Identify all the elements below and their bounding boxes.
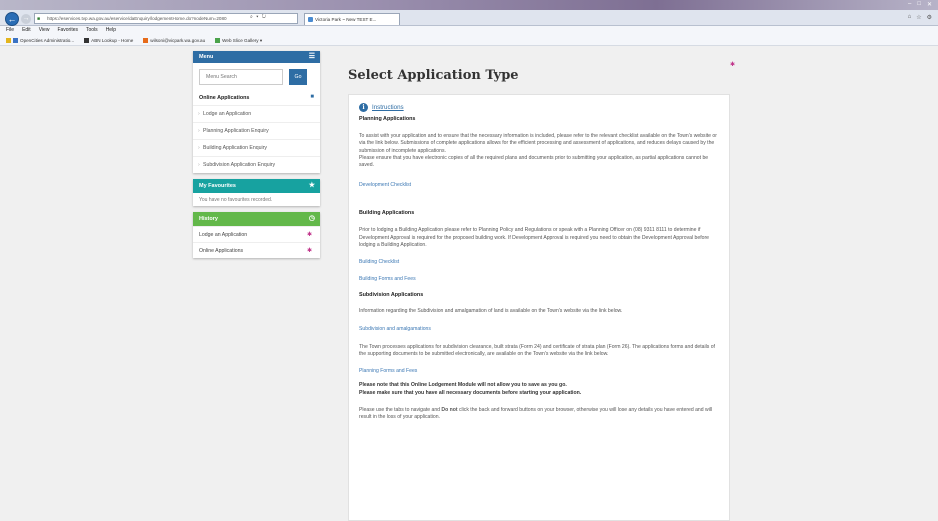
subdivision-paragraph: Information regarding the Subdivision an…	[359, 308, 623, 315]
sidebar-item-planning-enquiry[interactable]: Planning Application Enquiry	[193, 122, 320, 140]
back-button[interactable]: ←	[5, 12, 19, 26]
pin-icon[interactable]: ✱	[307, 243, 312, 259]
instructions-card: i Instructions Planning Applications To …	[348, 94, 730, 521]
sidebar: Menu ☰ Go Online Applications ■ Lodge an…	[193, 51, 320, 264]
info-icon: i	[359, 102, 368, 112]
building-forms-link[interactable]: Building Forms and Fees	[359, 276, 719, 282]
sidebar-item-subdivision-enquiry[interactable]: Subdivision Application Enquiry	[193, 156, 320, 174]
documents-note: Please make sure that you have all neces…	[359, 389, 582, 396]
page-title: Select Application Type	[348, 68, 519, 83]
menu-search-input[interactable]	[199, 69, 283, 85]
pin-icon[interactable]: ✱	[307, 227, 312, 243]
pin-icon[interactable]: ✱	[730, 61, 735, 68]
favourites-panel: My Favourites ★ You have no favourites r…	[193, 179, 320, 206]
lock-icon: ■	[37, 16, 41, 22]
subdivision-link[interactable]: Subdivision and amalgamations	[359, 326, 719, 332]
menu-title: Menu	[199, 54, 214, 60]
building-paragraph: Prior to lodging a Building Application …	[359, 227, 709, 249]
star-icon	[6, 37, 11, 43]
history-panel: History ◷ Lodge an Application ✱ Online …	[193, 212, 320, 258]
gear-icon[interactable]: ⚙	[927, 14, 932, 21]
online-applications-title: Online Applications ■	[199, 94, 314, 101]
sidebar-item-building-enquiry[interactable]: Building Application Enquiry	[193, 139, 320, 157]
briefcase-icon: ■	[310, 94, 314, 100]
arrow-right-icon: →	[22, 15, 30, 22]
star-icon[interactable]: ☆	[916, 14, 921, 21]
instructions-header: i Instructions	[359, 101, 719, 113]
page-content: Menu ☰ Go Online Applications ■ Lodge an…	[0, 47, 938, 521]
history-item-online[interactable]: Online Applications ✱	[193, 242, 320, 258]
lock-status-icon[interactable]: ▾	[256, 14, 259, 20]
favorite-opencities[interactable]: OpenCities Administratio...	[6, 35, 74, 45]
mail-icon	[143, 37, 149, 43]
maximize-icon[interactable]: □	[917, 1, 921, 8]
favorite-mail[interactable]: wilsoni@vicpark.wa.gov.au	[143, 35, 205, 45]
web-slice-icon	[215, 37, 221, 43]
favourites-header: My Favourites ★	[193, 179, 320, 193]
menu-panel-header: Menu ☰	[193, 51, 320, 63]
go-button[interactable]: Go	[289, 69, 307, 85]
building-heading: Building Applications	[359, 210, 415, 217]
menu-search-row: Go	[193, 63, 320, 91]
arrow-left-icon: ←	[7, 14, 17, 24]
window-controls: – □ ✕	[908, 1, 932, 8]
navigation-warning: Please use the tabs to navigate and Do n…	[359, 406, 713, 421]
favorite-abn-lookup[interactable]: ABN Lookup - Home	[84, 35, 133, 45]
hamburger-icon[interactable]: ☰	[309, 51, 315, 63]
forward-button[interactable]: →	[21, 14, 31, 24]
browser-toolbar-icons: ⌂ ☆ ⚙	[908, 14, 932, 21]
history-title: History	[199, 216, 218, 222]
instructions-link[interactable]: Instructions	[372, 104, 404, 111]
history-header: History ◷	[193, 212, 320, 226]
planning-paragraph-1: To assist with your application and to e…	[359, 133, 717, 154]
address-url: https://eservices.tvp.wa.gov.au/eservice…	[47, 16, 227, 21]
favourites-empty-text: You have no favourites recorded.	[199, 197, 273, 203]
planning-paragraph-2: Please ensure that you have electronic c…	[359, 154, 709, 169]
favorite-web-slice[interactable]: Web Slice Gallery ▾	[215, 35, 262, 45]
star-icon: ★	[308, 182, 315, 189]
clock-icon: ◷	[308, 215, 315, 222]
search-icon[interactable]: ⌕	[250, 14, 254, 20]
sidebar-item-lodge-application[interactable]: Lodge an Application	[193, 105, 320, 123]
subdivision-heading: Subdivision Applications	[359, 292, 424, 299]
favourites-title: My Favourites	[199, 183, 236, 189]
building-checklist-link[interactable]: Building Checklist	[359, 259, 719, 265]
planning-heading: Planning Applications	[359, 116, 416, 122]
main-header: Select Application Type	[348, 47, 738, 91]
close-icon[interactable]: ✕	[927, 1, 932, 8]
development-checklist-link[interactable]: Development Checklist	[359, 182, 719, 188]
page-icon	[13, 37, 18, 43]
browser-tab[interactable]: Victoria Park ~ New TEST E...	[304, 13, 400, 25]
history-item-lodge[interactable]: Lodge an Application ✱	[193, 226, 320, 242]
address-tools: ⌕ ▾ ↻	[250, 14, 267, 20]
tab-title: Victoria Park ~ New TEST E...	[315, 17, 377, 22]
menu-file[interactable]: File	[6, 26, 14, 35]
do-not-emphasis: Do not	[441, 406, 458, 413]
save-note: Please note that this Online Lodgement M…	[359, 382, 567, 389]
tab-favicon-icon	[308, 17, 313, 22]
home-icon[interactable]: ⌂	[908, 14, 912, 21]
planning-forms-link[interactable]: Planning Forms and Fees	[359, 368, 719, 374]
refresh-icon[interactable]: ↻	[262, 14, 267, 20]
window-titlebar: – □ ✕	[0, 0, 938, 10]
browser-menubar: File Edit View Favorites Tools Help	[0, 26, 938, 35]
strata-paragraph: The Town processes applications for subd…	[359, 343, 715, 357]
minimize-icon[interactable]: –	[908, 1, 911, 8]
abn-icon	[84, 37, 90, 43]
menu-panel: Menu ☰ Go Online Applications ■ Lodge an…	[193, 51, 320, 174]
favorites-bar: OpenCities Administratio... ABN Lookup -…	[0, 35, 938, 46]
